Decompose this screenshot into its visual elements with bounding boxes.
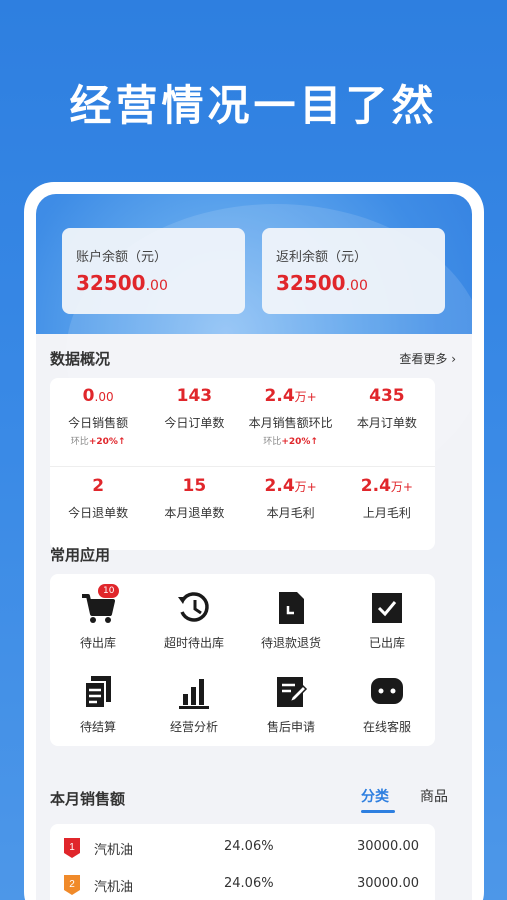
- app-after-sales[interactable]: 售后申请: [243, 672, 339, 735]
- apps-title: 常用应用: [50, 546, 111, 564]
- app-pending-settlement[interactable]: 待结算: [50, 672, 146, 735]
- stat-month-orders[interactable]: 435 本月订单数: [339, 378, 435, 462]
- app-shipped[interactable]: 已出库: [339, 588, 435, 651]
- overview-panel: 0.00 今日销售额 环比+20%↑ 143 今日订单数 2.4万+ 本月销售额…: [50, 378, 435, 550]
- list-item[interactable]: 1 汽机油 24.06% 30000.00: [50, 830, 435, 866]
- history-icon: [174, 588, 214, 628]
- checkbox-icon: [367, 588, 407, 628]
- app-online-support[interactable]: 在线客服: [339, 672, 435, 735]
- app-pending-outbound[interactable]: 10 待出库: [50, 584, 146, 651]
- rebate-balance-value: 32500.00: [276, 271, 368, 295]
- arrow-up-icon: ↑: [310, 437, 318, 447]
- stat-month-sales[interactable]: 2.4万+ 本月销售额环比 环比+20%↑: [243, 378, 339, 462]
- balance-header: 账户余额（元） 32500.00 返利余额（元） 32500.00: [36, 194, 472, 504]
- tab-active-indicator: [361, 810, 395, 813]
- stat-month-refunds[interactable]: 15 本月退单数: [146, 468, 242, 552]
- stat-last-month-profit[interactable]: 2.4万+ 上月毛利: [339, 468, 435, 552]
- stat-month-profit[interactable]: 2.4万+ 本月毛利: [243, 468, 339, 552]
- overview-title: 数据概况: [50, 350, 111, 368]
- stat-today-sales[interactable]: 0.00 今日销售额 环比+20%↑: [50, 378, 146, 462]
- rebate-balance-label: 返利余额（元）: [276, 250, 368, 265]
- stats-row-1: 0.00 今日销售额 环比+20%↑ 143 今日订单数 2.4万+ 本月销售额…: [50, 378, 435, 462]
- app-screen: 账户余额（元） 32500.00 返利余额（元） 32500.00 数据概况 查…: [36, 194, 472, 900]
- svg-text:2: 2: [69, 879, 75, 890]
- divider: [50, 466, 435, 467]
- app-pending-refund[interactable]: 待退款退货: [243, 588, 339, 651]
- pending-count-badge: 10: [98, 584, 120, 598]
- list-item[interactable]: 2 汽机油 24.06% 30000.00: [50, 867, 435, 900]
- app-business-analysis[interactable]: 经营分析: [146, 672, 242, 735]
- phone-frame: 账户余额（元） 32500.00 返利余额（元） 32500.00 数据概况 查…: [24, 182, 484, 900]
- rank-2-icon: 2: [64, 875, 80, 895]
- bar-chart-icon: [174, 672, 214, 712]
- tab-category[interactable]: 分类: [361, 786, 389, 806]
- chat-icon: [367, 672, 407, 712]
- cart-icon: 10: [78, 584, 120, 628]
- rank-1-icon: 1: [64, 838, 80, 858]
- sales-ranking-list: 1 汽机油 24.06% 30000.00 2 汽机油 24.06% 30000…: [50, 824, 435, 900]
- account-balance-label: 账户余额（元）: [76, 250, 168, 265]
- sales-title: 本月销售额: [50, 790, 126, 808]
- account-balance-card[interactable]: 账户余额（元） 32500.00: [62, 228, 245, 314]
- stats-row-2: 2 今日退单数 15 本月退单数 2.4万+ 本月毛利 2.4万+ 上月毛利: [50, 468, 435, 552]
- chevron-right-icon: ›: [447, 352, 456, 366]
- sales-header: 本月销售额 分类 商品: [36, 786, 472, 816]
- rebate-balance-card[interactable]: 返利余额（元） 32500.00: [262, 228, 445, 314]
- stat-today-orders[interactable]: 143 今日订单数: [146, 378, 242, 462]
- edit-form-icon: [271, 672, 311, 712]
- headline: 经营情况一目了然: [69, 81, 438, 130]
- apps-panel: 10 待出库 超时待出库 待退款退货 已出库 待结算 经营分析 售后申请 在线客…: [50, 574, 435, 746]
- document-icon: [271, 588, 311, 628]
- svg-text:1: 1: [69, 842, 75, 853]
- files-icon: [78, 672, 118, 712]
- stat-today-refunds[interactable]: 2 今日退单数: [50, 468, 146, 552]
- arrow-up-icon: ↑: [117, 437, 126, 447]
- app-overdue-outbound[interactable]: 超时待出库: [146, 588, 242, 651]
- tab-product[interactable]: 商品: [420, 786, 448, 806]
- view-more-link[interactable]: 查看更多 ›: [399, 350, 456, 367]
- account-balance-value: 32500.00: [76, 271, 168, 295]
